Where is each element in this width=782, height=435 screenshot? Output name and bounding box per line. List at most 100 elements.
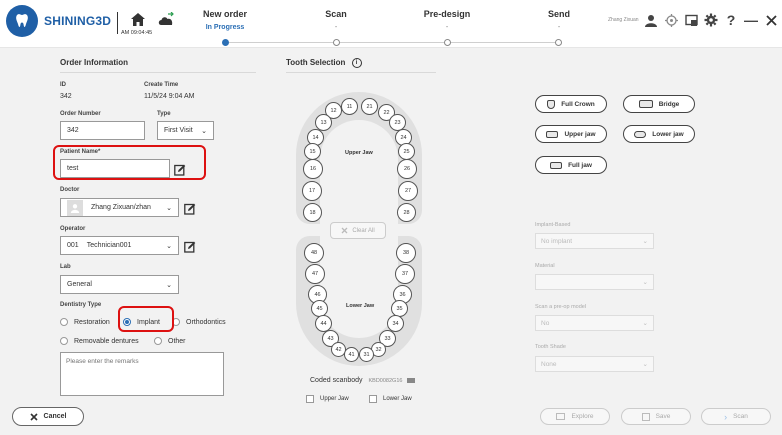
radio-dot [154,337,162,345]
edit-doctor-icon[interactable] [184,202,196,215]
radio-removable-dentures[interactable]: Removable dentures [60,337,139,345]
gear-icon[interactable] [704,12,718,28]
operator-label: Operator [60,226,86,232]
create-time-value: 11/5/24 9:04 AM [144,93,195,100]
tooth-shade-label: Tooth Shade [535,344,566,350]
tooth-31[interactable]: 31 [359,347,374,362]
step-send[interactable]: Send - [514,9,604,31]
close-icon [341,227,348,234]
cloud-sync-icon[interactable] [157,11,175,32]
coded-scanbody-label: Coded scanbody [310,377,363,384]
tooth-18[interactable]: 18 [303,203,322,222]
order-info-title: Order Information [60,58,129,67]
radio-label: Other [168,337,186,345]
step-dot-send [555,39,562,46]
full-jaw-button[interactable]: Full jaw [535,156,607,174]
home-icon[interactable] [130,12,146,32]
tooth-41[interactable]: 41 [344,347,359,362]
scan-button[interactable]: › Scan [701,408,771,425]
radio-label: Removable dentures [74,337,139,345]
chevron-right-icon: › [724,411,728,422]
tooth-47[interactable]: 47 [305,264,325,284]
lower-jaw-label: Lower jaw [652,130,684,138]
folder-icon [556,413,566,420]
save-label: Save [655,413,671,420]
doctor-select[interactable]: Zhang Zixuan/zhan ⌄ [60,198,179,217]
chevron-down-icon: ⌄ [166,242,172,250]
tooth-37[interactable]: 37 [395,264,415,284]
help-icon[interactable]: ? [724,12,738,28]
radio-orthodontics[interactable]: Orthodontics [172,318,226,326]
step-new-order[interactable]: New order In Progress [180,9,270,31]
tooth-25[interactable]: 25 [398,143,415,160]
upper-jaw-button[interactable]: Upper jaw [535,125,607,143]
tooth-shade-select[interactable]: None ⌄ [535,356,654,372]
tooth-shade-value: None [541,360,557,368]
target-icon[interactable] [664,12,678,28]
step-scan[interactable]: Scan - [291,9,381,31]
full-crown-button[interactable]: Full Crown [535,95,607,113]
lower-jaw-button[interactable]: Lower jaw [623,125,695,143]
radio-restoration[interactable]: Restoration [60,318,110,326]
radio-other[interactable]: Other [154,337,186,345]
tooth-17[interactable]: 17 [302,181,322,201]
tooth-28[interactable]: 28 [397,203,416,222]
user-icon[interactable] [644,12,658,28]
step-connector [229,42,333,43]
checkbox-box [306,395,314,403]
lab-select[interactable]: General ⌄ [60,275,179,294]
preop-select[interactable]: No ⌄ [535,315,654,331]
lower-jaw-checkbox[interactable]: Lower Jaw [369,395,412,403]
tooth-38[interactable]: 38 [396,243,416,263]
upper-jaw-checkbox[interactable]: Upper Jaw [306,395,349,403]
order-number-input[interactable]: 342 [60,121,145,140]
operator-code: 001 [67,242,79,249]
minimize-icon[interactable]: — [744,12,758,28]
order-number-label: Order Number [60,111,101,117]
lab-label: Lab [60,264,71,270]
avatar-icon [67,199,83,216]
explore-label: Explore [571,413,594,420]
radio-label: Orthodontics [186,318,226,326]
tooth-48[interactable]: 48 [304,243,324,263]
operator-select[interactable]: 001 Technician001 ⌄ [60,236,179,255]
save-button[interactable]: Save [621,408,691,425]
tooth-16[interactable]: 16 [303,159,323,179]
tooth-27[interactable]: 27 [398,181,418,201]
clear-all-label: Clear All [352,227,375,234]
upper-jaw-label: Upper Jaw [345,150,373,156]
section-divider [286,72,436,73]
tooth-21[interactable]: 21 [361,98,378,115]
bridge-button[interactable]: Bridge [623,95,695,113]
step-pre-design[interactable]: Pre-design - [402,9,492,31]
lower-jaw-icon [634,130,647,138]
material-select[interactable]: ⌄ [535,274,654,290]
preop-value: No [541,319,550,327]
step-connector [340,42,444,43]
implant-based-label: Implant-Based [535,222,571,228]
clear-all-button[interactable]: Clear All [330,222,386,239]
app-window: SHINING3D AM 09:04:45 New order In Progr… [0,0,782,435]
explore-button[interactable]: Explore [540,408,610,425]
material-label: Material [535,263,555,269]
edit-operator-icon[interactable] [184,240,196,253]
lower-jaw-label: Lower Jaw [346,303,375,309]
info-icon[interactable]: i [351,58,362,68]
coded-scanbody: Coded scanbody KBD0082G16 [310,377,416,384]
tooth-11[interactable]: 11 [341,98,358,115]
scanbody-icon [407,377,416,383]
implant-based-select[interactable]: No implant ⌄ [535,233,654,249]
remarks-textarea[interactable] [60,352,224,396]
full-jaw-label: Full jaw [568,161,592,169]
cancel-label: Cancel [43,413,67,420]
bridge-label: Bridge [658,100,680,108]
step-dot-scan [333,39,340,46]
cancel-button[interactable]: Cancel [12,407,84,426]
tooth-26[interactable]: 26 [397,159,417,179]
radio-label: Restoration [74,318,110,326]
upper-jaw-inner [320,120,398,224]
type-select[interactable]: First Visit ⌄ [157,121,214,140]
close-icon[interactable] [764,12,778,28]
screen-settings-icon[interactable] [684,12,698,28]
tooth-15[interactable]: 15 [304,143,321,160]
